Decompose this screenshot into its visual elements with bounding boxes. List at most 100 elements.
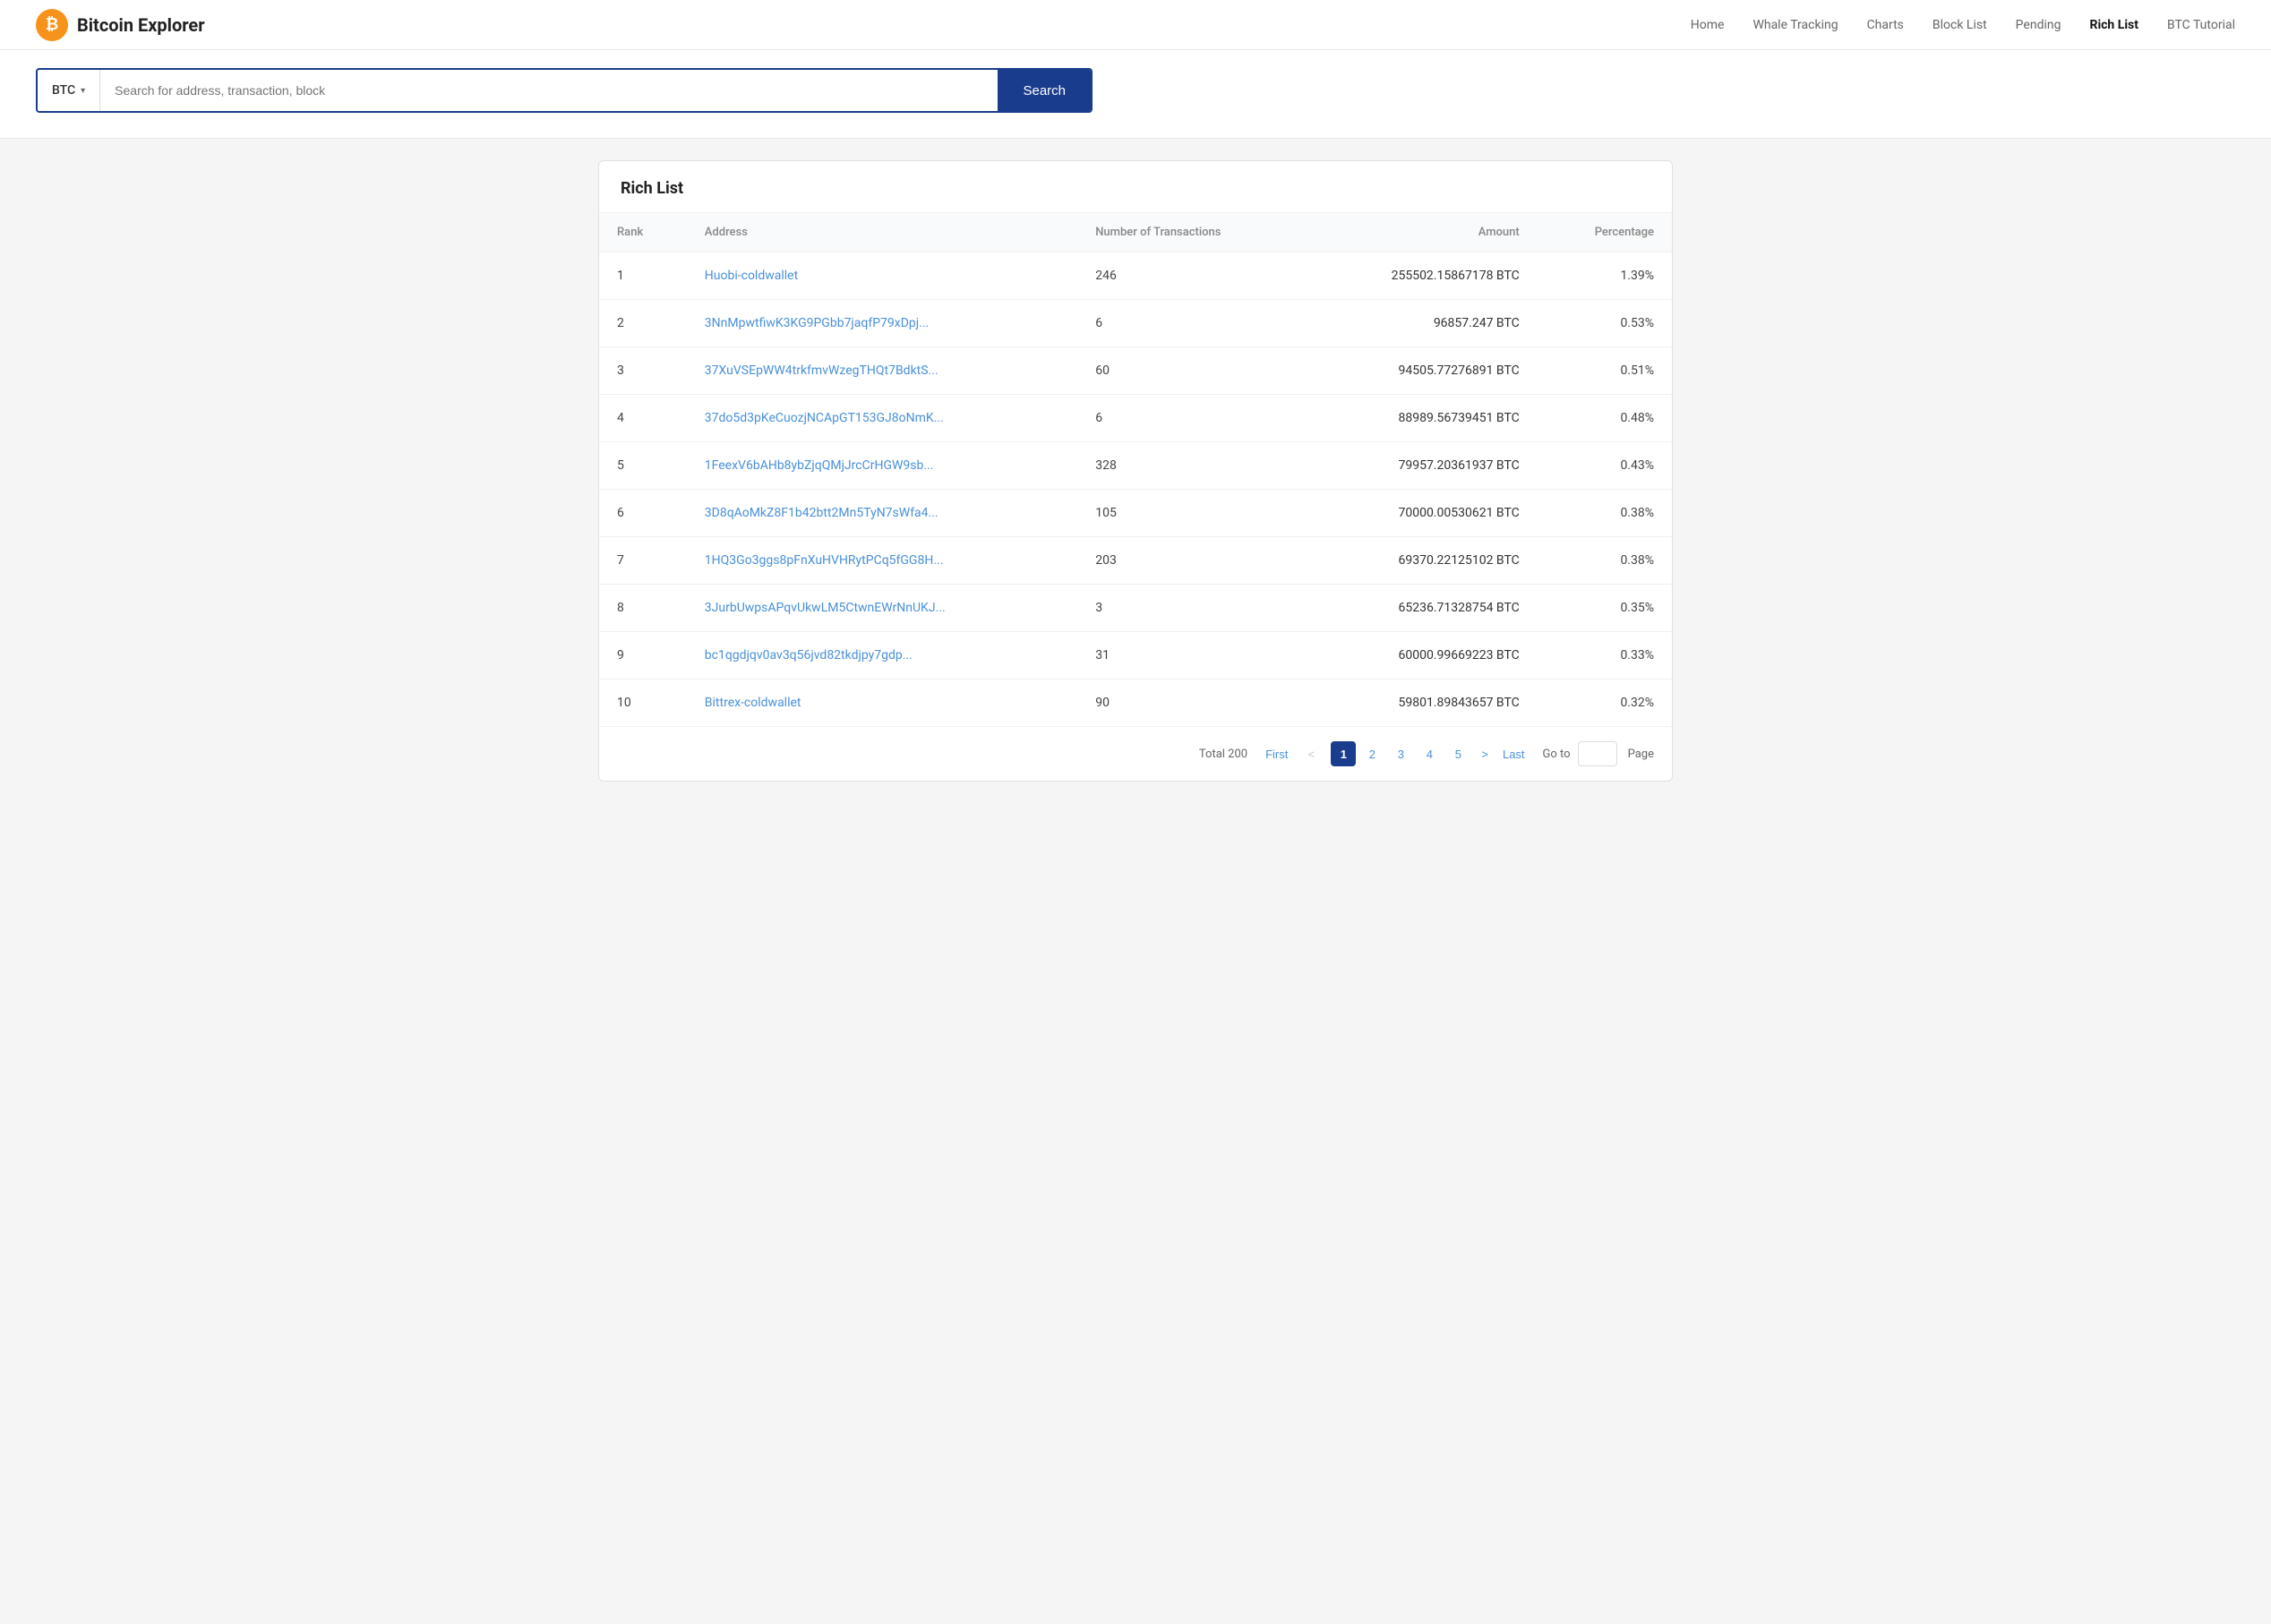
table-row: 1 Huobi-coldwallet 246 255502.15867178 B… [599, 252, 1672, 300]
cell-transactions: 105 [1077, 490, 1306, 537]
cell-address[interactable]: 3NnMpwtfiwK3KG9PGbb7jaqfP79xDpj... [687, 300, 1077, 347]
search-input[interactable] [100, 70, 998, 111]
table-row: 4 37do5d3pKeCuozjNCApGT153GJ8oNmK... 6 8… [599, 395, 1672, 442]
table-row: 5 1FeexV6bAHb8ybZjqQMjJrcCrHGW9sb... 328… [599, 442, 1672, 490]
cell-address[interactable]: bc1qgdjqv0av3q56jvd82tkdjpy7gdp... [687, 632, 1077, 680]
cell-rank: 1 [599, 252, 687, 300]
cell-address[interactable]: 3D8qAoMkZ8F1b42btt2Mn5TyN7sWfa4... [687, 490, 1077, 537]
cell-amount: 70000.00530621 BTC [1306, 490, 1538, 537]
cell-percentage: 0.33% [1538, 632, 1672, 680]
card-title: Rich List [621, 179, 1650, 198]
col-transactions: Number of Transactions [1077, 213, 1306, 252]
pagination-prev[interactable]: < [1298, 741, 1324, 766]
cell-amount: 59801.89843657 BTC [1306, 680, 1538, 727]
cell-address[interactable]: 37XuVSEpWW4trkfmvWzegTHQt7BdktS... [687, 347, 1077, 395]
page-btn-5[interactable]: 5 [1445, 741, 1470, 766]
cell-amount: 96857.247 BTC [1306, 300, 1538, 347]
cell-transactions: 6 [1077, 300, 1306, 347]
rich-list-tbody: 1 Huobi-coldwallet 246 255502.15867178 B… [599, 252, 1672, 727]
main-content: Rich List Rank Address Number of Transac… [562, 139, 1709, 803]
cell-amount: 255502.15867178 BTC [1306, 252, 1538, 300]
cell-percentage: 0.32% [1538, 680, 1672, 727]
pagination-first[interactable]: First [1262, 741, 1291, 766]
cell-address[interactable]: 37do5d3pKeCuozjNCApGT153GJ8oNmK... [687, 395, 1077, 442]
nav-link-charts[interactable]: Charts [1867, 18, 1904, 32]
cell-rank: 8 [599, 585, 687, 632]
col-amount: Amount [1306, 213, 1538, 252]
cell-percentage: 0.38% [1538, 537, 1672, 585]
card-header: Rich List [599, 161, 1672, 213]
cell-percentage: 0.48% [1538, 395, 1672, 442]
page-label: Page [1628, 748, 1654, 761]
page-btn-2[interactable]: 2 [1359, 741, 1384, 766]
goto-input[interactable] [1578, 741, 1617, 766]
cell-amount: 79957.20361937 BTC [1306, 442, 1538, 490]
cell-transactions: 203 [1077, 537, 1306, 585]
nav-link-rich-list[interactable]: Rich List [2089, 18, 2138, 32]
cell-rank: 10 [599, 680, 687, 727]
nav-link-block-list[interactable]: Block List [1932, 18, 1987, 32]
table-row: 6 3D8qAoMkZ8F1b42btt2Mn5TyN7sWfa4... 105… [599, 490, 1672, 537]
cell-percentage: 0.38% [1538, 490, 1672, 537]
cell-transactions: 31 [1077, 632, 1306, 680]
table-row: 2 3NnMpwtfiwK3KG9PGbb7jaqfP79xDpj... 6 9… [599, 300, 1672, 347]
nav-link-home[interactable]: Home [1691, 18, 1725, 32]
cell-transactions: 6 [1077, 395, 1306, 442]
cell-address[interactable]: 1FeexV6bAHb8ybZjqQMjJrcCrHGW9sb... [687, 442, 1077, 490]
table-row: 8 3JurbUwpsAPqvUkwLM5CtwnEWrNnUKJ... 3 6… [599, 585, 1672, 632]
table-header-row: Rank Address Number of Transactions Amou… [599, 213, 1672, 252]
cell-percentage: 0.43% [1538, 442, 1672, 490]
cell-transactions: 60 [1077, 347, 1306, 395]
col-rank: Rank [599, 213, 687, 252]
cell-percentage: 0.35% [1538, 585, 1672, 632]
btc-logo-icon: ₿ [36, 9, 68, 41]
table-row: 9 bc1qgdjqv0av3q56jvd82tkdjpy7gdp... 31 … [599, 632, 1672, 680]
nav-link-btc-tutorial[interactable]: BTC Tutorial [2167, 18, 2235, 32]
cell-rank: 3 [599, 347, 687, 395]
cell-amount: 88989.56739451 BTC [1306, 395, 1538, 442]
table-row: 3 37XuVSEpWW4trkfmvWzegTHQt7BdktS... 60 … [599, 347, 1672, 395]
page-btn-4[interactable]: 4 [1417, 741, 1442, 766]
cell-amount: 60000.99669223 BTC [1306, 632, 1538, 680]
currency-label: BTC [52, 83, 75, 98]
currency-selector[interactable]: BTC ▾ [38, 70, 100, 111]
brand-title: Bitcoin Explorer [77, 14, 205, 36]
rich-list-card: Rich List Rank Address Number of Transac… [598, 160, 1673, 782]
pagination-next[interactable]: > [1478, 741, 1492, 766]
cell-percentage: 0.51% [1538, 347, 1672, 395]
page-btn-1[interactable]: 1 [1331, 741, 1356, 766]
chevron-down-icon: ▾ [81, 86, 85, 96]
search-section: BTC ▾ Search [0, 50, 2271, 139]
cell-address[interactable]: 3JurbUwpsAPqvUkwLM5CtwnEWrNnUKJ... [687, 585, 1077, 632]
pagination-last[interactable]: Last [1499, 741, 1529, 766]
goto-label: Go to [1543, 748, 1571, 761]
cell-rank: 7 [599, 537, 687, 585]
nav-link-pending[interactable]: Pending [2016, 18, 2061, 32]
search-bar: BTC ▾ Search [36, 68, 1093, 113]
navbar: ₿ Bitcoin Explorer Home Whale Tracking Cha… [0, 0, 2271, 50]
cell-percentage: 1.39% [1538, 252, 1672, 300]
rich-list-table: Rank Address Number of Transactions Amou… [599, 213, 1672, 726]
table-row: 10 Bittrex-coldwallet 90 59801.89843657 … [599, 680, 1672, 727]
cell-address[interactable]: Bittrex-coldwallet [687, 680, 1077, 727]
nav-link-whale-tracking[interactable]: Whale Tracking [1753, 18, 1838, 32]
search-button[interactable]: Search [998, 70, 1091, 111]
nav-links: Home Whale Tracking Charts Block List Pendin… [1691, 18, 2235, 32]
brand-logo[interactable]: ₿ Bitcoin Explorer [36, 9, 205, 41]
table-row: 7 1HQ3Go3ggs8pFnXuHVHRytPCq5fGG8H... 203… [599, 537, 1672, 585]
col-percentage: Percentage [1538, 213, 1672, 252]
cell-transactions: 328 [1077, 442, 1306, 490]
pagination: Total 200 First < 12345 > Last Go to Pag… [599, 726, 1672, 781]
cell-transactions: 246 [1077, 252, 1306, 300]
cell-rank: 9 [599, 632, 687, 680]
cell-rank: 4 [599, 395, 687, 442]
cell-transactions: 3 [1077, 585, 1306, 632]
page-btn-3[interactable]: 3 [1388, 741, 1413, 766]
cell-transactions: 90 [1077, 680, 1306, 727]
cell-address[interactable]: 1HQ3Go3ggs8pFnXuHVHRytPCq5fGG8H... [687, 537, 1077, 585]
pagination-total: Total 200 [1199, 748, 1247, 761]
cell-address[interactable]: Huobi-coldwallet [687, 252, 1077, 300]
cell-amount: 69370.22125102 BTC [1306, 537, 1538, 585]
cell-rank: 6 [599, 490, 687, 537]
cell-percentage: 0.53% [1538, 300, 1672, 347]
